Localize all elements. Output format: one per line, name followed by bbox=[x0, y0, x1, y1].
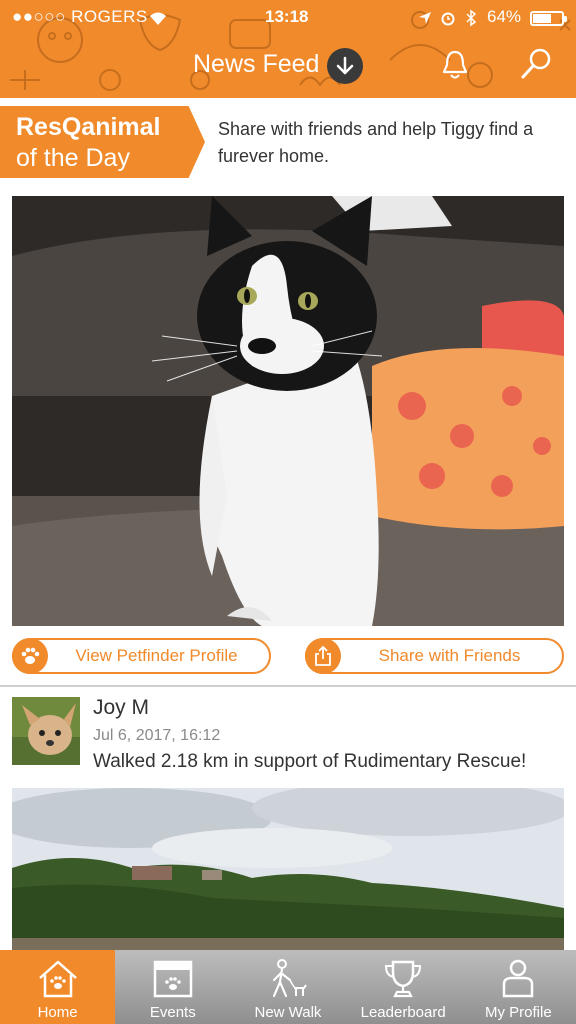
featured-animal-photo[interactable] bbox=[12, 196, 564, 626]
ribbon-title: ResQanimal bbox=[16, 113, 161, 141]
view-petfinder-profile-button[interactable]: View Petfinder Profile bbox=[12, 638, 271, 674]
person-icon bbox=[503, 959, 534, 998]
battery-percent: 64% bbox=[487, 7, 522, 26]
tab-leaderboard[interactable]: Leaderboard bbox=[346, 950, 461, 1024]
share-with-friends-label: Share with Friends bbox=[378, 646, 521, 665]
animal-of-the-day-message: Share with friends and help Tiggy find a… bbox=[218, 119, 534, 166]
wifi-icon bbox=[150, 12, 166, 25]
post-timestamp: Jul 6, 2017, 16:12 bbox=[93, 727, 221, 744]
clock: 13:18 bbox=[265, 7, 309, 26]
bluetooth-icon bbox=[466, 9, 477, 27]
home-icon bbox=[38, 960, 77, 998]
tab-new-walk-label: New Walk bbox=[254, 1004, 322, 1021]
ribbon-subtitle: of the Day bbox=[16, 144, 130, 172]
share-icon bbox=[305, 638, 341, 674]
bell-icon bbox=[442, 50, 468, 79]
location-arrow-icon bbox=[419, 12, 431, 24]
post-photo[interactable] bbox=[12, 788, 564, 950]
tab-events[interactable]: Events bbox=[115, 950, 230, 1024]
tab-home[interactable]: Home bbox=[0, 950, 116, 1024]
post-text: Walked 2.18 km in support of Rudimentary… bbox=[93, 751, 527, 772]
animal-of-the-day-banner: ResQanimal of the Day Share with friends… bbox=[0, 98, 576, 188]
animal-of-the-day-ribbon: ResQanimal of the Day bbox=[0, 106, 205, 178]
page-title: News Feed bbox=[193, 50, 320, 78]
tab-leaderboard-label: Leaderboard bbox=[360, 1004, 446, 1021]
cat-image bbox=[12, 196, 564, 626]
search-button[interactable] bbox=[518, 46, 554, 82]
tab-my-profile-label: My Profile bbox=[485, 1004, 552, 1021]
walker-icon bbox=[272, 959, 307, 998]
section-divider bbox=[0, 685, 576, 687]
dog-avatar-image bbox=[12, 697, 80, 765]
tab-bar: Home Events New Walk Leaderboard My Prof… bbox=[0, 950, 576, 1024]
search-icon bbox=[521, 48, 551, 79]
feed-filter-button[interactable] bbox=[327, 48, 363, 84]
paw-icon bbox=[12, 638, 48, 674]
trophy-icon bbox=[385, 960, 422, 998]
status-bar: ●●○○○ ROGERS 13:18 64% bbox=[0, 4, 576, 30]
tab-new-walk[interactable]: New Walk bbox=[230, 950, 345, 1024]
app-header: ●●○○○ ROGERS 13:18 64% News Feed bbox=[0, 0, 576, 98]
tab-events-label: Events bbox=[149, 1004, 196, 1021]
navigation-bar: News Feed bbox=[0, 44, 576, 88]
alarm-icon bbox=[441, 12, 455, 26]
post-author[interactable]: Joy M bbox=[93, 696, 149, 720]
notifications-button[interactable] bbox=[440, 48, 470, 82]
share-with-friends-button[interactable]: Share with Friends bbox=[305, 638, 564, 674]
avatar[interactable] bbox=[12, 697, 80, 765]
walk-landscape-image bbox=[12, 788, 564, 950]
tab-my-profile[interactable]: My Profile bbox=[461, 950, 576, 1024]
battery-icon bbox=[530, 11, 567, 26]
tab-home-label: Home bbox=[37, 1004, 78, 1021]
carrier-label: ●●○○○ ROGERS bbox=[12, 7, 148, 26]
view-petfinder-profile-label: View Petfinder Profile bbox=[75, 646, 238, 665]
chevron-down-icon bbox=[336, 56, 354, 75]
calendar-icon bbox=[153, 960, 193, 998]
